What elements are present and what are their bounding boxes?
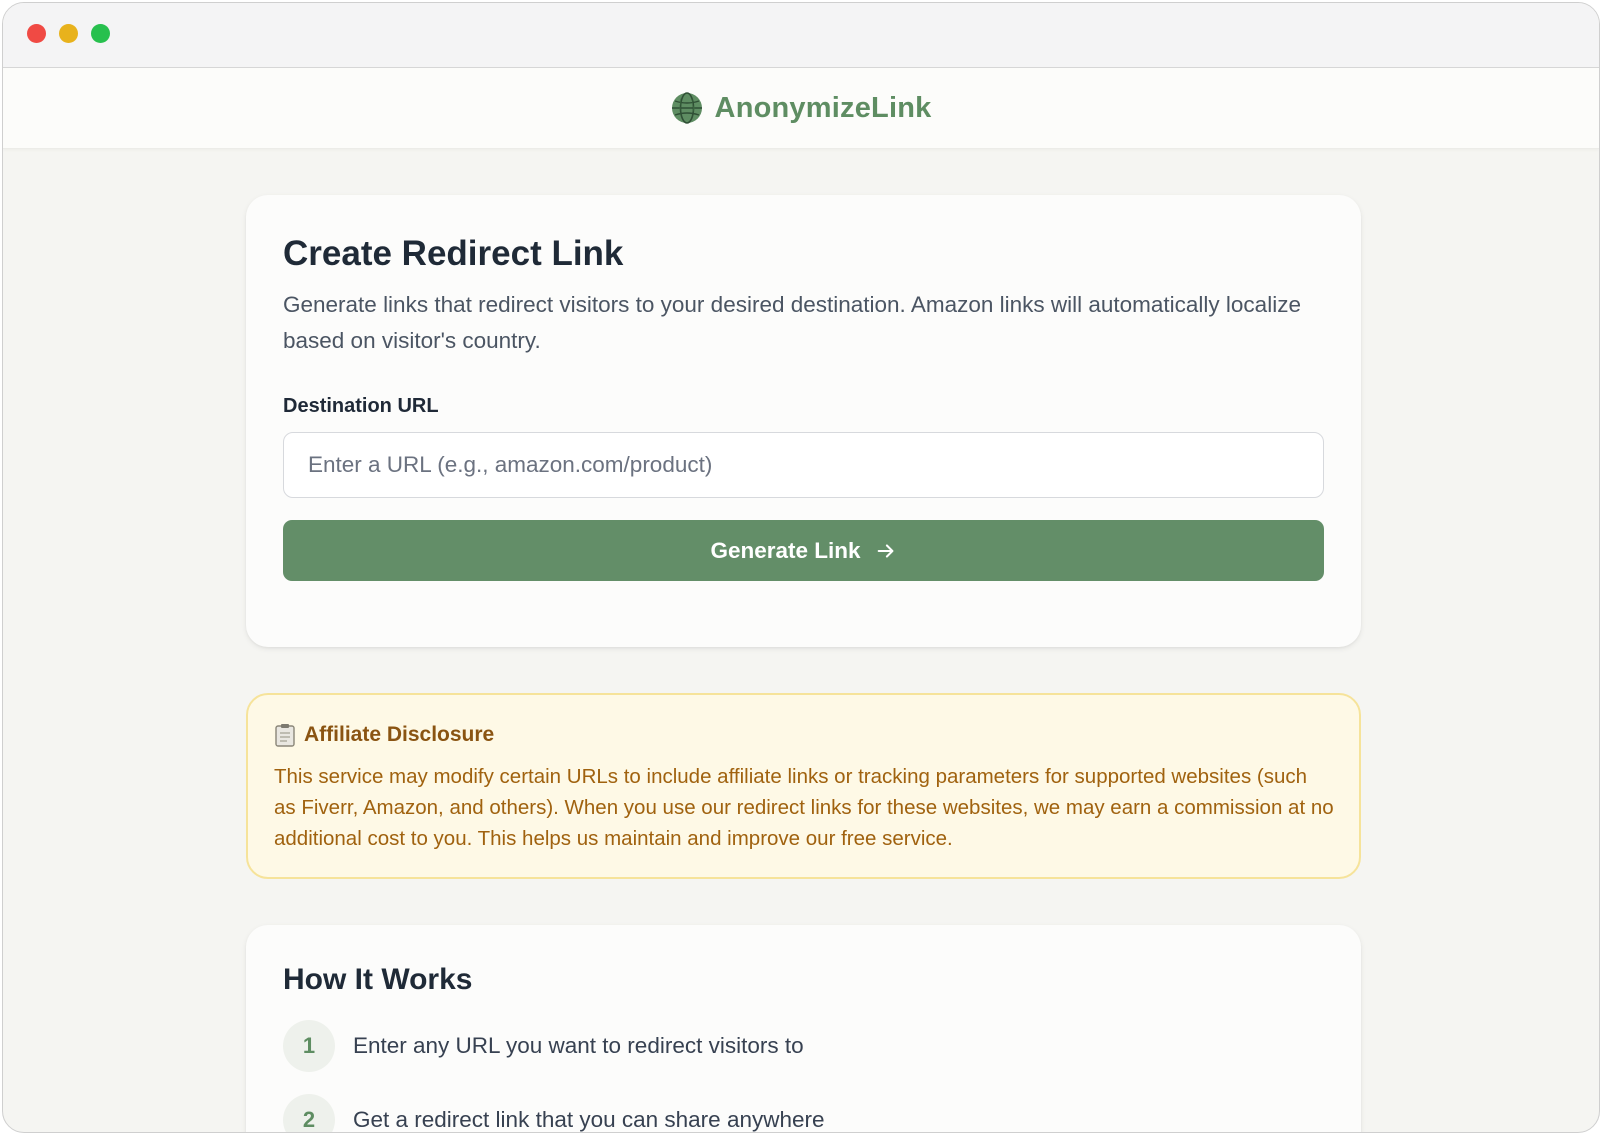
browser-window: AnonymizeLink Create Redirect Link Gener… (2, 2, 1600, 1133)
close-window-button[interactable] (27, 24, 46, 43)
create-link-card: Create Redirect Link Generate links that… (246, 195, 1361, 647)
brand-logo-link[interactable]: AnonymizeLink (671, 92, 932, 125)
disclosure-header: Affiliate Disclosure (274, 723, 1333, 747)
disclosure-text: This service may modify certain URLs to … (274, 765, 1334, 850)
affiliate-disclosure-box: Affiliate Disclosure This service may mo… (246, 693, 1361, 879)
step-number-badge: 1 (283, 1020, 335, 1072)
disclosure-title: Affiliate Disclosure (304, 723, 495, 746)
destination-url-input[interactable] (283, 432, 1324, 498)
maximize-window-button[interactable] (91, 24, 110, 43)
step-item: 2 Get a redirect link that you can share… (283, 1093, 1324, 1132)
minimize-window-button[interactable] (59, 24, 78, 43)
step-item: 1 Enter any URL you want to redirect vis… (283, 1019, 1324, 1073)
site-header: AnonymizeLink (3, 68, 1599, 149)
generate-link-label: Generate Link (710, 537, 861, 563)
card-description: Generate links that redirect visitors to… (283, 292, 1301, 353)
window-titlebar (3, 3, 1599, 68)
clipboard-icon (275, 724, 295, 747)
brand-name: AnonymizeLink (714, 91, 932, 124)
how-it-works-card: How It Works 1 Enter any URL you want to… (246, 925, 1361, 1132)
arrow-right-icon (877, 543, 893, 558)
step-number-badge: 2 (283, 1094, 335, 1132)
step-text: Enter any URL you want to redirect visit… (353, 1033, 804, 1058)
generate-link-button[interactable]: Generate Link (283, 520, 1324, 581)
card-title: Create Redirect Link (283, 234, 624, 273)
globe-icon (671, 92, 702, 124)
step-text: Get a redirect link that you can share a… (353, 1107, 825, 1132)
steps-list: 1 Enter any URL you want to redirect vis… (283, 1019, 1324, 1132)
destination-url-label: Destination URL (283, 395, 439, 417)
how-it-works-title: How It Works (283, 963, 473, 996)
